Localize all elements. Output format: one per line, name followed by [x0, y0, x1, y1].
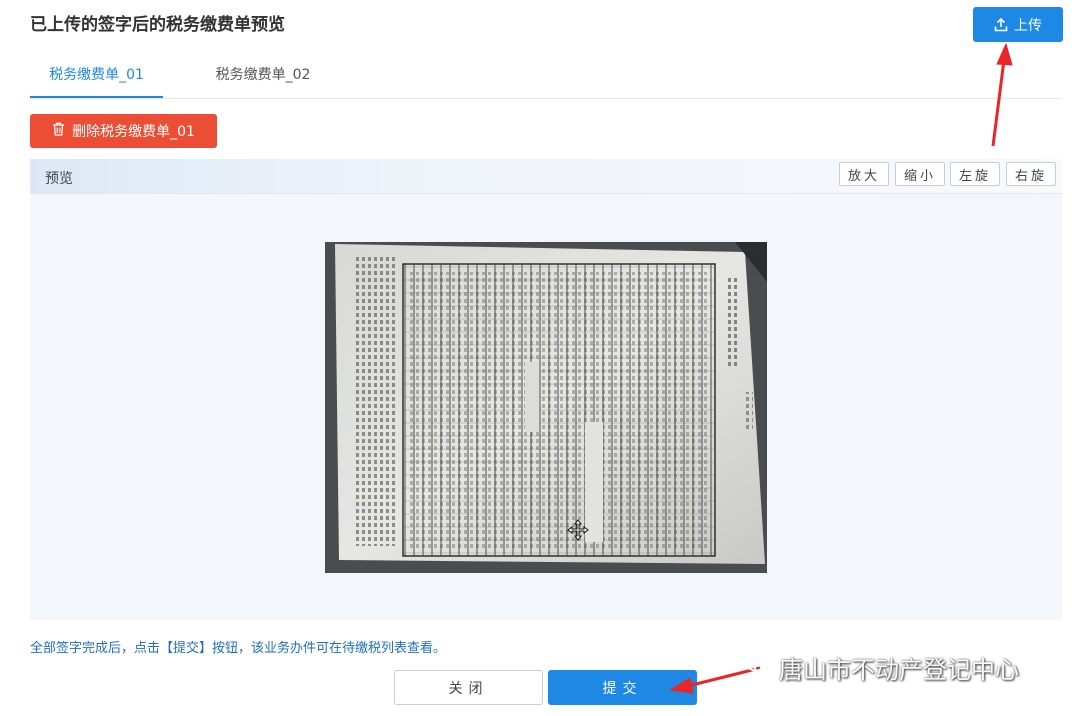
submit-hint: 全部签字完成后，点击【提交】按钮，该业务办件可在待缴税列表查看。 [30, 641, 447, 656]
move-cursor-icon [567, 519, 589, 541]
tab-bar: 税务缴费单_01 税务缴费单_02 [30, 58, 1062, 99]
upload-button[interactable]: 上传 [973, 7, 1063, 42]
upload-icon [994, 17, 1008, 32]
watermark-text: 唐山市不动产登记中心 [779, 656, 1019, 684]
preview-label: 预览 [45, 171, 73, 187]
tab-tax-form-02[interactable]: 税务缴费单_02 [213, 58, 313, 96]
page-title: 已上传的签字后的税务缴费单预览 [30, 15, 285, 35]
zoom-in-button[interactable]: 放大 [839, 162, 889, 186]
watermark: 唐山市不动产登记中心 [745, 650, 1019, 685]
rotate-left-button[interactable]: 左旋 [950, 162, 1000, 186]
submit-button[interactable]: 提交 [548, 670, 697, 705]
preview-toolbar: 预览 放大 缩小 左旋 右旋 [30, 159, 1062, 194]
trash-icon [52, 122, 65, 140]
delete-tax-form-button[interactable]: 删除税务缴费单_01 [30, 114, 217, 148]
rotate-right-button[interactable]: 右旋 [1006, 162, 1056, 186]
wechat-icon [745, 653, 773, 683]
upload-button-label: 上传 [1014, 17, 1042, 34]
document-image[interactable] [325, 242, 767, 573]
tab-tax-form-01[interactable]: 税务缴费单_01 [30, 58, 163, 98]
close-button[interactable]: 关闭 [394, 670, 543, 705]
zoom-out-button[interactable]: 缩小 [895, 162, 945, 186]
delete-button-label: 删除税务缴费单_01 [72, 124, 195, 140]
preview-area [30, 194, 1062, 620]
